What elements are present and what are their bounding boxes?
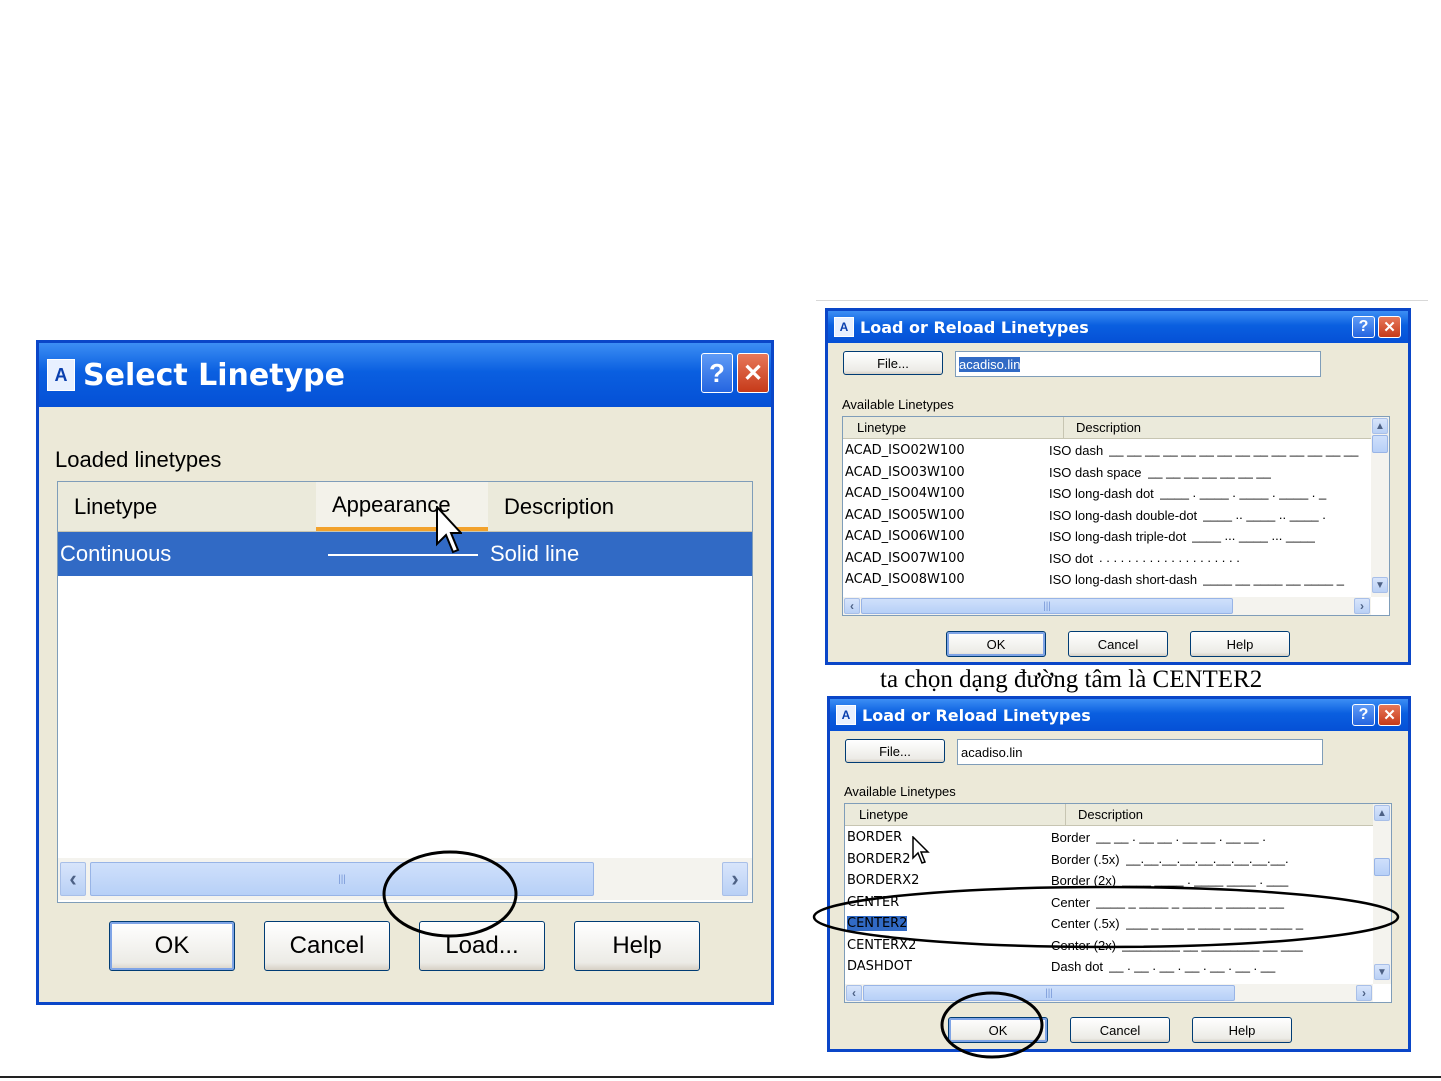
highlight-ellipse-center2-row: [812, 885, 1400, 949]
highlight-ellipse-load-button: [382, 850, 518, 938]
annotation-overlay: [382, 850, 1400, 1059]
highlight-ellipse-ok-button: [940, 991, 1044, 1059]
page-bottom-rule: [0, 1076, 1441, 1078]
